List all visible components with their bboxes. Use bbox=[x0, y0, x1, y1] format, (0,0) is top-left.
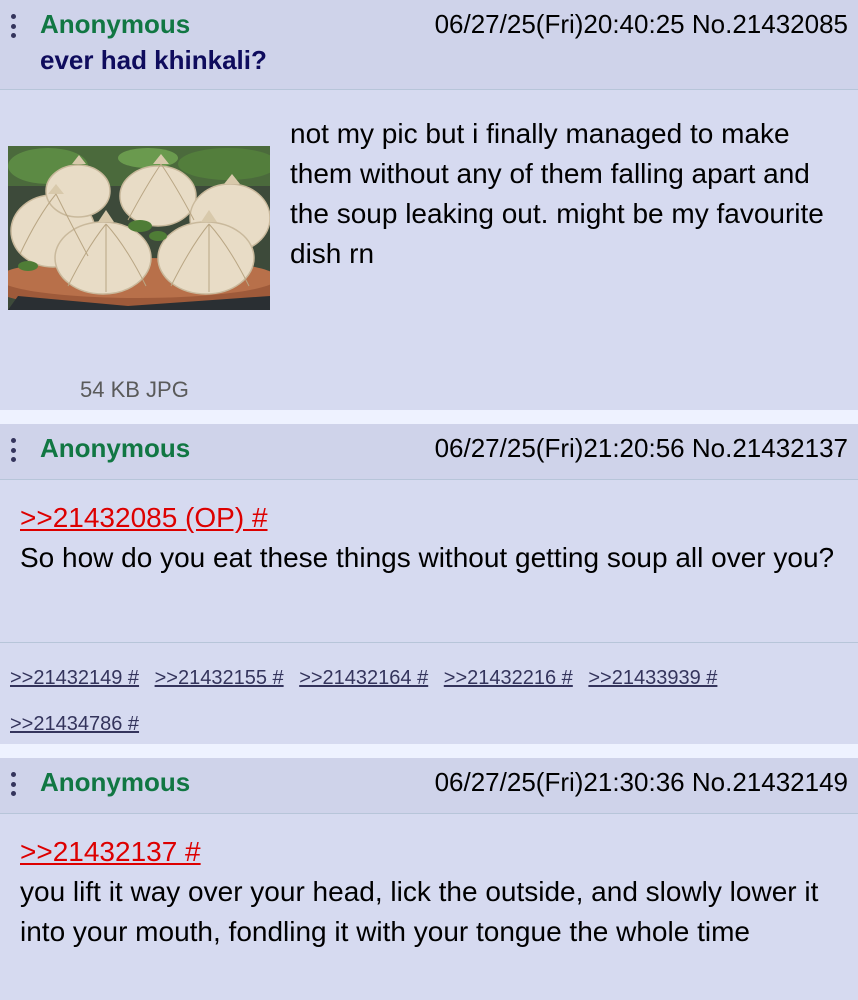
quote-link[interactable]: >>21432085 (OP) # bbox=[20, 502, 268, 533]
post-datetime: 06/27/25(Fri)20:40:25 bbox=[434, 9, 685, 39]
post-reply: Anonymous 06/27/25(Fri)21:30:36 No.21432… bbox=[0, 758, 858, 1000]
poster-name: Anonymous bbox=[40, 9, 191, 39]
post-number[interactable]: No.21432137 bbox=[692, 433, 848, 463]
post-op: Anonymous 06/27/25(Fri)20:40:25 No.21432… bbox=[0, 0, 858, 410]
post-header: Anonymous 06/27/25(Fri)21:20:56 No.21432… bbox=[0, 424, 858, 480]
post-number[interactable]: No.21432085 bbox=[692, 9, 848, 39]
post-number[interactable]: No.21432149 bbox=[692, 767, 848, 797]
more-vertical-icon[interactable] bbox=[10, 14, 16, 38]
post-meta: 06/27/25(Fri)21:30:36 No.21432149 bbox=[435, 766, 848, 798]
post-header: Anonymous 06/27/25(Fri)21:30:36 No.21432… bbox=[0, 758, 858, 814]
more-vertical-icon[interactable] bbox=[10, 438, 16, 462]
backlink[interactable]: >>21432155 # bbox=[155, 667, 284, 689]
backlink[interactable]: >>21432216 # bbox=[444, 667, 573, 689]
poster-name: Anonymous bbox=[40, 767, 191, 797]
post-separator bbox=[0, 744, 858, 758]
post-message: you lift it way over your head, lick the… bbox=[20, 876, 819, 947]
post-body: >>21432137 # you lift it way over your h… bbox=[0, 814, 858, 952]
more-vertical-icon[interactable] bbox=[10, 772, 16, 796]
post-subject: ever had khinkali? bbox=[40, 45, 267, 75]
post-message: So how do you eat these things without g… bbox=[20, 542, 835, 573]
post-image[interactable] bbox=[8, 146, 270, 310]
post-datetime: 06/27/25(Fri)21:30:36 bbox=[434, 767, 685, 797]
post-message: not my pic but i finally managed to make… bbox=[290, 118, 824, 269]
backlink[interactable]: >>21433939 # bbox=[588, 667, 717, 689]
post-reply: Anonymous 06/27/25(Fri)21:20:56 No.21432… bbox=[0, 424, 858, 744]
reply-backlinks: >>21432149 # >>21432155 # >>21432164 # >… bbox=[0, 642, 858, 744]
quote-link[interactable]: >>21432137 # bbox=[20, 836, 201, 867]
backlink[interactable]: >>21432149 # bbox=[10, 667, 139, 689]
post-body: not my pic but i finally managed to make… bbox=[0, 90, 858, 410]
post-meta: 06/27/25(Fri)21:20:56 No.21432137 bbox=[435, 432, 848, 464]
post-body: >>21432085 (OP) # So how do you eat thes… bbox=[0, 480, 858, 642]
post-separator bbox=[0, 410, 858, 424]
backlink[interactable]: >>21434786 # bbox=[10, 713, 139, 735]
file-info[interactable]: 54 KB JPG bbox=[80, 370, 189, 410]
backlink[interactable]: >>21432164 # bbox=[299, 667, 428, 689]
post-datetime: 06/27/25(Fri)21:20:56 bbox=[434, 433, 685, 463]
post-meta: 06/27/25(Fri)20:40:25 No.21432085 bbox=[435, 8, 848, 40]
poster-name: Anonymous bbox=[40, 433, 191, 463]
post-header: Anonymous 06/27/25(Fri)20:40:25 No.21432… bbox=[0, 0, 858, 90]
khinkali-image bbox=[8, 146, 270, 310]
